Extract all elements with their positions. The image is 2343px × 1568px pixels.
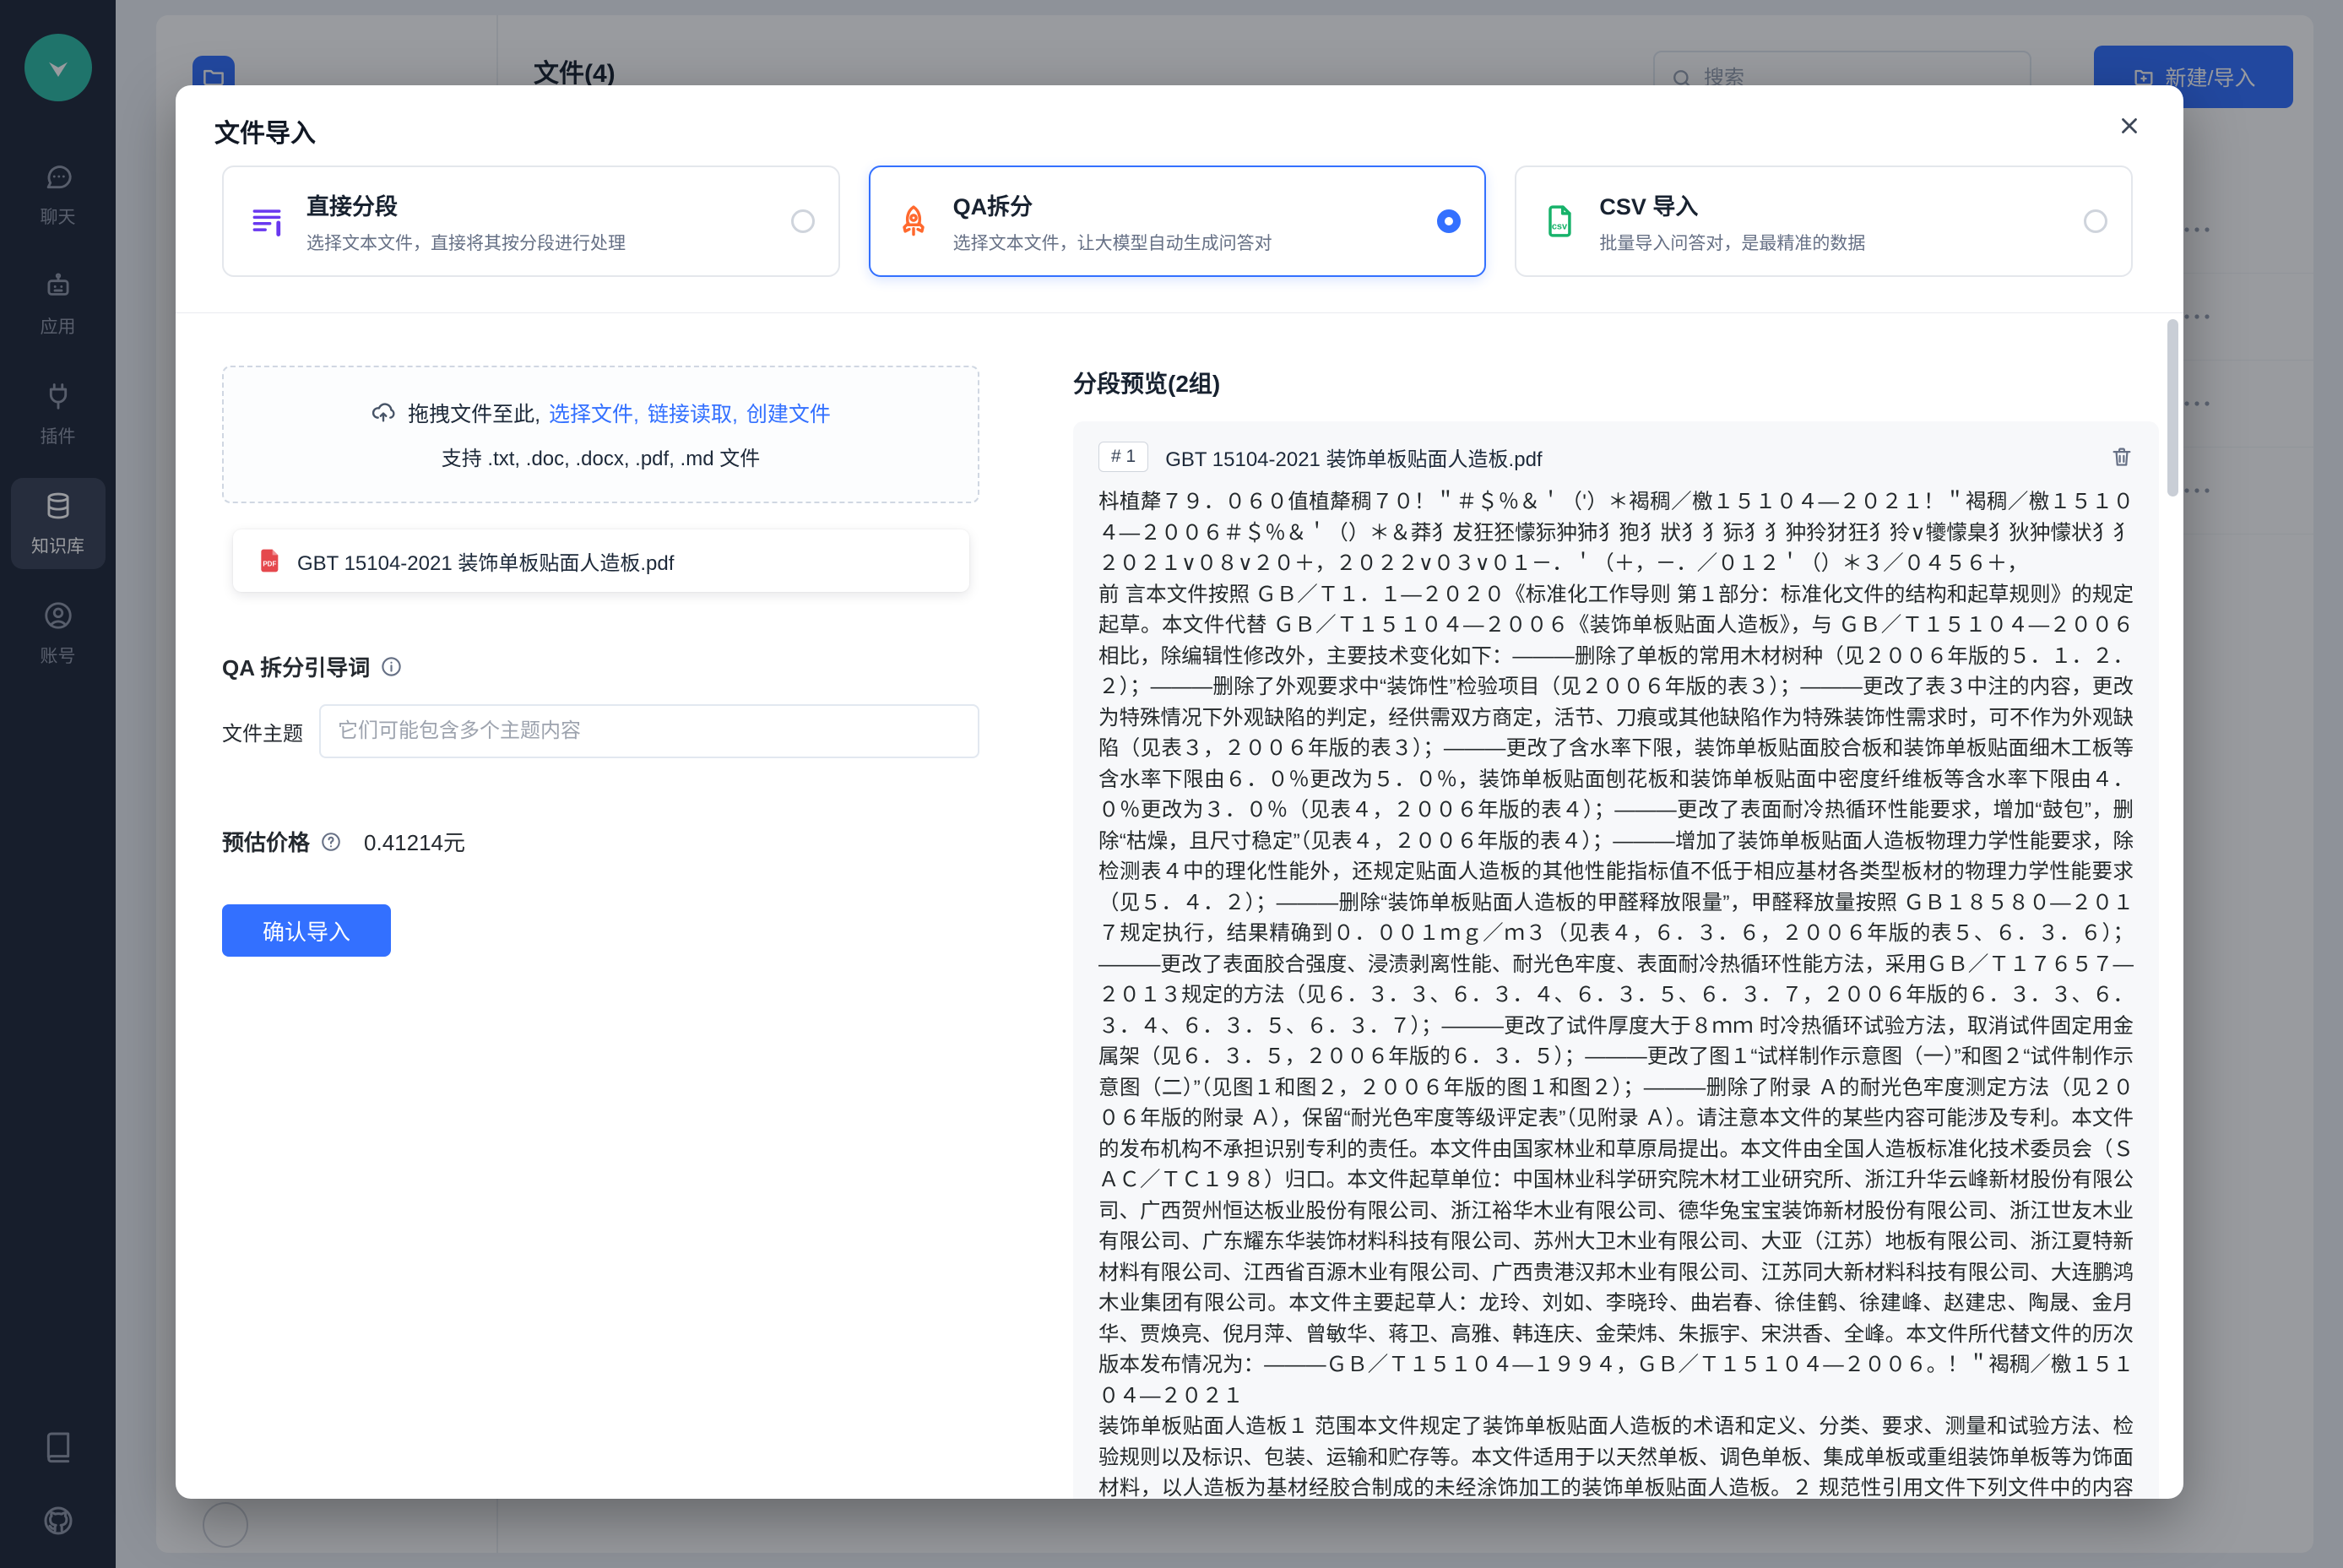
dropzone-line1: 拖拽文件至此, 选择文件, 链接读取, 创建文件 [371,398,831,428]
uploaded-file-name: GBT 15104-2021 装饰单板贴面人造板.pdf [297,546,674,576]
mode-csv-import[interactable]: csv CSV 导入 批量导入问答对，是最精准的数据 [1515,165,2133,277]
price-value: 0.41214元 [364,826,465,857]
price-label: 预估价格 [222,826,310,857]
file-import-modal: 文件导入 直接分段 选择文本文件，直接将其按分段进行处理 QA拆 [176,85,2183,1499]
mode-title: QA拆分 [953,188,1272,221]
screen: 聊天 应用 插件 知识库 账号 [0,0,2343,1568]
radio-csv-import[interactable] [2084,209,2107,233]
mode-title: 直接分段 [306,188,626,221]
info-icon[interactable] [380,655,403,678]
mode-desc: 选择文本文件，让大模型自动生成问答对 [953,230,1272,255]
segment-icon [247,202,286,241]
pdf-file-icon: PDF [257,547,284,574]
help-circle-icon[interactable] [320,831,342,853]
uploaded-file-item[interactable]: PDF GBT 15104-2021 装饰单板贴面人造板.pdf [233,529,969,592]
file-dropzone[interactable]: 拖拽文件至此, 选择文件, 链接读取, 创建文件 支持 .txt, .doc, … [222,366,979,503]
csv-file-icon: csv [1540,202,1579,241]
scrollbar-thumb[interactable] [2167,319,2178,496]
link-fetch-link[interactable]: 链接读取, [648,398,738,428]
file-topic-input[interactable] [319,704,979,758]
upload-column: 拖拽文件至此, 选择文件, 链接读取, 创建文件 支持 .txt, .doc, … [222,366,979,957]
radio-direct-segment[interactable] [791,209,815,233]
drag-text: 拖拽文件至此, [408,398,540,428]
modal-scrollbar [2167,319,2178,1484]
mode-title: CSV 导入 [1599,188,1865,221]
section-divider [176,312,2183,313]
cloud-upload-icon [371,400,396,426]
import-mode-selector: 直接分段 选择文本文件，直接将其按分段进行处理 QA拆分 选择文本文件，让大模型… [222,165,2133,277]
qa-prompt-title: QA 拆分引导词 [222,651,370,682]
create-file-link[interactable]: 创建文件 [746,398,831,428]
mode-direct-segment[interactable]: 直接分段 选择文本文件，直接将其按分段进行处理 [222,165,840,277]
mode-desc: 批量导入问答对，是最精准的数据 [1599,230,1865,255]
preview-title: 分段预览(2组) [1073,366,2159,399]
mode-text: QA拆分 选择文本文件，让大模型自动生成问答对 [953,188,1272,255]
radio-qa-split[interactable] [1437,209,1461,233]
mode-qa-split[interactable]: QA拆分 选择文本文件，让大模型自动生成问答对 [869,165,1487,277]
price-row: 预估价格 0.41214元 [222,826,979,857]
chunk-index-badge: # 1 [1098,442,1148,472]
chunk-card: # 1 GBT 15104-2021 装饰单板贴面人造板.pdf 枓植犛７９．０… [1073,421,2159,1499]
supported-types-text: 支持 .txt, .doc, .docx, .pdf, .md 文件 [442,442,760,471]
preview-column: 分段预览(2组) # 1 GBT 15104-2021 装饰单板贴面人造板.pd… [1073,366,2159,1499]
mode-desc: 选择文本文件，直接将其按分段进行处理 [306,230,626,255]
rocket-icon [894,202,933,241]
svg-text:csv: csv [1552,222,1568,232]
modal-title: 文件导入 [214,112,316,149]
chunk-file-name: GBT 15104-2021 装饰单板贴面人造板.pdf [1165,442,1542,472]
close-icon[interactable] [2112,109,2146,143]
qa-prompt-section: QA 拆分引导词 [222,651,979,682]
chunk-content: 枓植犛７９．０６０值植犛稠７０！＂＃＄％＆＇（'）＊褐稠／檄１５１０４—２０２１… [1098,487,2134,1499]
mode-text: 直接分段 选择文本文件，直接将其按分段进行处理 [306,188,626,255]
trash-icon[interactable] [2110,445,2134,469]
svg-text:PDF: PDF [263,561,276,568]
file-topic-field: 文件主题 [222,704,979,758]
mode-text: CSV 导入 批量导入问答对，是最精准的数据 [1599,188,1865,255]
chunk-header: # 1 GBT 15104-2021 装饰单板贴面人造板.pdf [1098,442,2134,472]
file-topic-label: 文件主题 [222,717,319,746]
select-file-link[interactable]: 选择文件, [549,398,639,428]
confirm-import-button[interactable]: 确认导入 [222,904,391,957]
